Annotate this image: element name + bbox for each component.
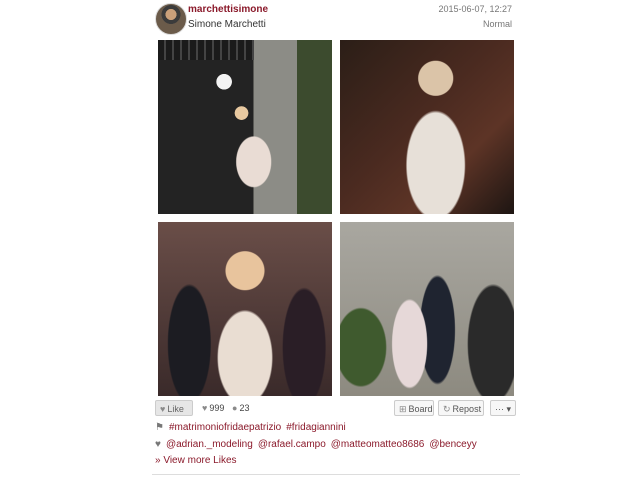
photo-4 xyxy=(340,222,514,396)
likes-count-value: 999 xyxy=(209,403,225,413)
board-label: Board xyxy=(408,404,433,414)
post-card: marchettisimone Simone Marchetti 2015-06… xyxy=(152,0,520,481)
likers-row: ♥ @adrian._modeling @rafael.campo @matteoma… xyxy=(155,439,482,450)
like-label: Like xyxy=(167,404,184,414)
tags-row: ⚑ #matrimoniofridaepatrizio #fridagiannini xyxy=(155,422,351,433)
heart-icon: ♥ xyxy=(155,439,161,450)
photo-collage[interactable] xyxy=(158,40,514,396)
photo-1-window xyxy=(158,40,254,60)
username-link[interactable]: marchettisimone xyxy=(188,4,268,15)
like-button[interactable]: ♥ Like xyxy=(155,400,193,416)
divider xyxy=(152,474,520,475)
photo-2 xyxy=(340,40,514,214)
tag-link[interactable]: #matrimoniofridaepatrizio xyxy=(169,422,281,433)
liker-link[interactable]: @benceyy xyxy=(429,439,476,450)
comment-icon: ● xyxy=(232,403,238,413)
liker-link[interactable]: @adrian._modeling xyxy=(166,439,253,450)
photo-1 xyxy=(158,40,332,214)
more-options-button[interactable]: ··· ▾ xyxy=(490,400,516,416)
comments-count: ● 23 xyxy=(232,403,249,413)
comments-count-value: 23 xyxy=(239,403,250,413)
heart-icon: ♥ xyxy=(202,403,208,413)
tag-icon: ⚑ xyxy=(155,422,164,433)
likes-count: ♥ 999 xyxy=(202,403,224,413)
view-more-likes-link[interactable]: » View more Likes xyxy=(155,455,237,466)
post-date: 2015-06-07, 12:27 xyxy=(438,4,512,14)
repost-icon: ↻ xyxy=(443,404,451,414)
liker-link[interactable]: @rafael.campo xyxy=(258,439,326,450)
post-header: marchettisimone Simone Marchetti 2015-06… xyxy=(152,0,520,36)
board-button[interactable]: ⊞ Board xyxy=(394,400,434,416)
avatar[interactable] xyxy=(155,3,187,35)
heart-icon: ♥ xyxy=(160,404,166,414)
liker-link[interactable]: @matteomatteo8686 xyxy=(331,439,425,450)
action-bar: ♥ Like ♥ 999 ● 23 ⊞ Board ↻ Repost ··· ▾ xyxy=(152,400,520,418)
photo-3 xyxy=(158,222,332,396)
repost-button[interactable]: ↻ Repost xyxy=(438,400,484,416)
filter-name: Normal xyxy=(482,19,512,29)
repost-label: Repost xyxy=(452,404,482,414)
tag-link[interactable]: #fridagiannini xyxy=(286,422,346,433)
full-name: Simone Marchetti xyxy=(188,19,266,30)
plus-icon: ⊞ xyxy=(399,404,407,414)
more-label: ··· ▾ xyxy=(495,404,512,414)
